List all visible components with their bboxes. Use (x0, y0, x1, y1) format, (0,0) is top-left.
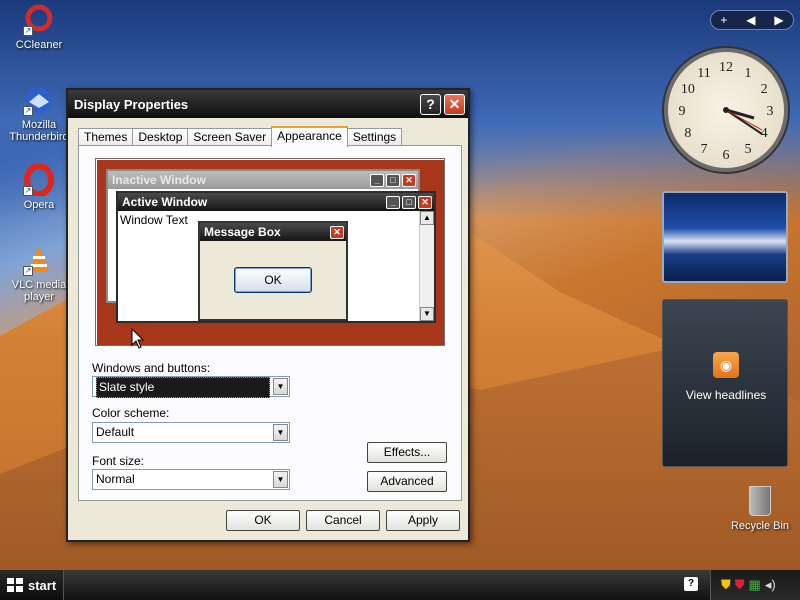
preview-inactive-titlebar: Inactive Window _ □ ✕ (108, 171, 418, 189)
clock-number: 6 (723, 148, 730, 163)
help-tray-icon[interactable]: ? (684, 577, 698, 591)
windows-buttons-select[interactable]: Slate style ▼ (92, 376, 290, 398)
help-button[interactable]: ? (420, 93, 441, 115)
close-icon: ✕ (330, 225, 344, 239)
desktop-icon-label: CCleaner (15, 39, 63, 51)
feed-headlines-gadget[interactable]: ◉ View headlines (662, 299, 788, 467)
scroll-up-icon: ▲ (420, 211, 434, 225)
clock-gadget[interactable]: 12 1 2 3 4 5 6 7 8 9 10 11 (664, 48, 788, 172)
chevron-down-icon[interactable]: ▼ (273, 424, 288, 441)
preview-message-title: Message Box (204, 225, 281, 239)
ok-button[interactable]: OK (226, 510, 300, 531)
volume-icon[interactable]: ◂) (765, 577, 776, 593)
ccleaner-icon: ↗ (23, 4, 55, 36)
preview-inactive-title: Inactive Window (112, 173, 206, 187)
maximize-icon: □ (402, 195, 416, 209)
close-icon: ✕ (402, 173, 416, 187)
thunderbird-icon: ↗ (23, 84, 55, 116)
clock-number: 12 (719, 60, 733, 75)
clock-number: 10 (681, 82, 695, 97)
clock-number: 7 (701, 142, 708, 157)
font-size-select[interactable]: Normal ▼ (92, 469, 290, 490)
sidebar-toolbar: + ◀ ▶ (710, 10, 794, 30)
clock-number: 2 (761, 82, 768, 97)
maximize-icon: □ (386, 173, 400, 187)
shortcut-arrow-icon: ↗ (23, 266, 33, 276)
previous-page-icon[interactable]: ◀ (746, 13, 755, 27)
desktop-icon-label: Opera (23, 199, 55, 211)
windows-buttons-value: Slate style (96, 377, 270, 398)
display-properties-window: Display Properties ? ✕ Themes Desktop Sc… (66, 88, 470, 542)
desktop-icon-label: Recycle Bin (730, 520, 790, 532)
clock-number: 9 (679, 104, 686, 119)
scroll-down-icon: ▼ (420, 307, 434, 321)
preview-ok-button: OK (234, 267, 312, 293)
windows-logo-icon (7, 578, 23, 592)
desktop-icon-recycle-bin[interactable]: Recycle Bin (728, 486, 792, 532)
clock-number: 11 (697, 66, 710, 81)
shortcut-arrow-icon: ↗ (23, 106, 33, 116)
window-titlebar[interactable]: Display Properties ? ✕ (68, 90, 468, 118)
clock-number: 3 (767, 104, 774, 119)
network-icon[interactable]: ▦ (749, 577, 761, 593)
mouse-cursor-icon (131, 328, 145, 349)
preview-message-titlebar: Message Box ✕ (200, 223, 346, 241)
color-scheme-label: Color scheme: (92, 406, 170, 420)
clock-number: 8 (684, 126, 691, 141)
appearance-panel: Inactive Window _ □ ✕ Active Window _ □ ✕ Wi… (78, 145, 462, 501)
advanced-button[interactable]: Advanced (367, 471, 447, 492)
close-button[interactable]: ✕ (444, 93, 465, 115)
font-size-label: Font size: (92, 454, 145, 468)
effects-button[interactable]: Effects... (367, 442, 447, 463)
clock-second-hand (725, 109, 763, 131)
preview-active-title: Active Window (122, 195, 208, 209)
add-gadget-button[interactable]: + (720, 13, 727, 27)
shortcut-arrow-icon: ↗ (23, 26, 33, 36)
font-size-value: Normal (96, 472, 135, 486)
slideshow-gadget[interactable] (662, 191, 788, 283)
color-scheme-value: Default (96, 425, 135, 439)
chevron-down-icon[interactable]: ▼ (273, 471, 288, 488)
vlc-cone-icon: ↗ (23, 244, 55, 276)
security-shield-icon[interactable]: ⛊ (721, 577, 731, 593)
preview-window-text: Window Text (120, 213, 188, 227)
recycle-bin-icon (749, 486, 771, 516)
clock-face: 12 1234567891011 (679, 60, 774, 163)
appearance-preview: Inactive Window _ □ ✕ Active Window _ □ ✕ Wi… (95, 158, 445, 346)
apply-button[interactable]: Apply (386, 510, 460, 531)
rss-icon: ◉ (713, 352, 739, 378)
desktop-icon-opera[interactable]: ↗ Opera (4, 163, 74, 211)
system-tray: ⛊ ⛊ ▦ ◂) (710, 570, 800, 600)
chevron-down-icon[interactable]: ▼ (273, 378, 288, 395)
tab-appearance[interactable]: Appearance (271, 126, 348, 147)
antivirus-icon[interactable]: ⛊ (735, 577, 745, 593)
desktop-icon-ccleaner[interactable]: ↗ CCleaner (4, 4, 74, 51)
clock-center (723, 107, 729, 113)
windows-buttons-label: Windows and buttons: (92, 361, 211, 375)
desktop-icon-label: Mozilla Thunderbird (9, 119, 69, 143)
clock-number: 1 (745, 66, 752, 81)
taskbar: start ? ⛊ ⛊ ▦ ◂) (0, 570, 800, 600)
start-label: start (28, 577, 57, 593)
desktop-icon-label: VLC media player (11, 279, 67, 303)
view-headlines-link[interactable]: View headlines (663, 388, 789, 402)
desktop-icon-vlc[interactable]: ↗ VLC media player (4, 244, 74, 303)
clock-number: 5 (745, 142, 752, 157)
next-page-icon[interactable]: ▶ (774, 13, 783, 27)
minimize-icon: _ (370, 173, 384, 187)
cancel-button[interactable]: Cancel (306, 510, 380, 531)
preview-message-box: Message Box ✕ OK (198, 221, 348, 321)
close-icon: ✕ (418, 195, 432, 209)
minimize-icon: _ (386, 195, 400, 209)
preview-active-window: Active Window _ □ ✕ Window Text ▲ ▼ Messag… (116, 191, 436, 323)
tab-strip: Themes Desktop Screen Saver Appearance S… (78, 126, 403, 147)
preview-scrollbar: ▲ ▼ (419, 211, 434, 321)
start-button[interactable]: start (0, 570, 64, 600)
window-title: Display Properties (74, 96, 189, 112)
shortcut-arrow-icon: ↗ (23, 186, 33, 196)
preview-active-titlebar: Active Window _ □ ✕ (118, 193, 434, 211)
desktop-icon-thunderbird[interactable]: ↗ Mozilla Thunderbird (4, 84, 74, 143)
opera-icon: ↗ (23, 163, 55, 197)
color-scheme-select[interactable]: Default ▼ (92, 422, 290, 443)
